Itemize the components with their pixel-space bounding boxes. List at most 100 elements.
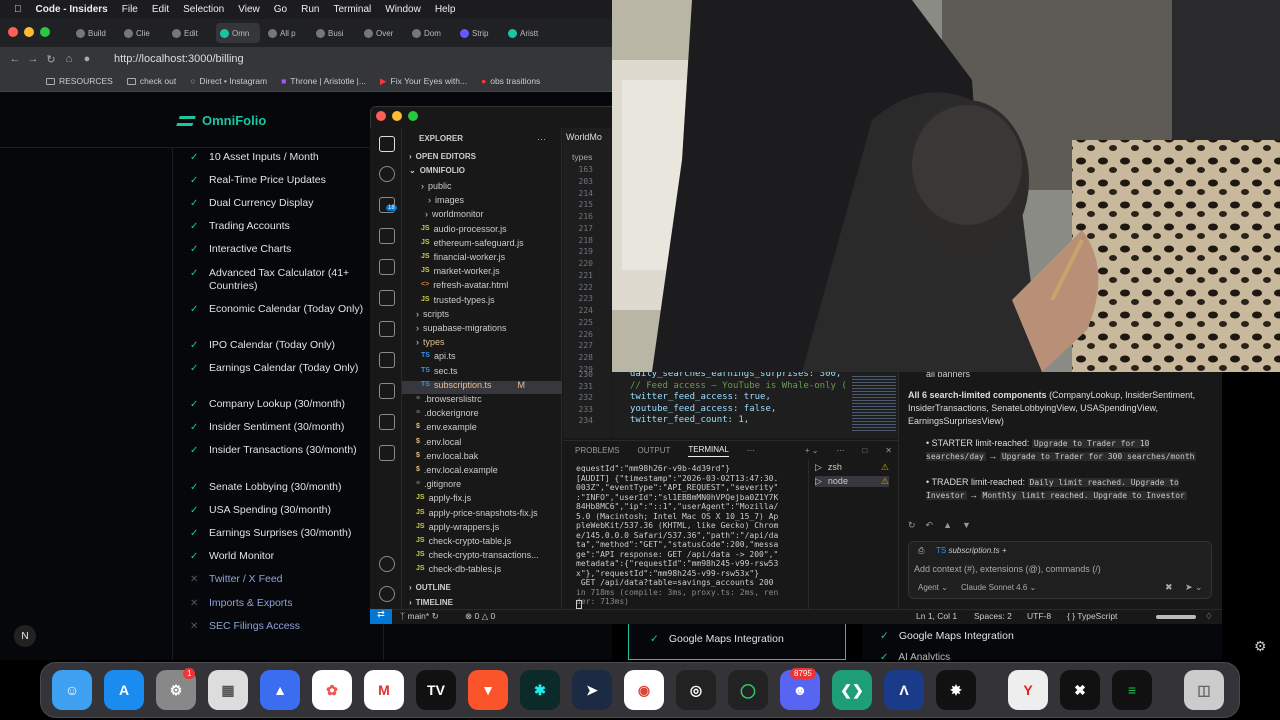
breadcrumb[interactable]: types (572, 152, 592, 162)
search-icon[interactable] (379, 166, 395, 182)
file-item[interactable]: <> refresh-avatar.html (421, 279, 508, 291)
open-editors-section[interactable]: › OPEN EDITORS (409, 151, 476, 163)
tab-problems[interactable]: PROBLEMS (575, 446, 619, 455)
chrome-icon[interactable]: ◉ (624, 670, 664, 710)
remote-explorer-icon[interactable] (379, 259, 395, 275)
photos-icon[interactable]: ✿ (312, 670, 352, 710)
menu-edit[interactable]: Edit (152, 4, 169, 15)
spotify-icon[interactable]: ≡ (1112, 670, 1152, 710)
file-item[interactable]: $ .env.local.bak (416, 450, 478, 462)
menu-help[interactable]: Help (435, 4, 456, 15)
indentation[interactable]: Spaces: 2 (974, 611, 1012, 621)
tab-terminal[interactable]: TERMINAL (688, 445, 729, 457)
browser-tab-active[interactable]: Omn (216, 23, 260, 43)
containers-icon[interactable] (379, 352, 395, 368)
run-debug-icon[interactable] (379, 228, 395, 244)
nextjs-dev-indicator-icon[interactable]: N (14, 625, 36, 647)
file-item[interactable]: JS financial-worker.js (421, 251, 505, 263)
brave-icon[interactable]: ▼ (468, 670, 508, 710)
file-item[interactable]: JS check-db-tables.js (416, 563, 501, 575)
project-section[interactable]: ⌄ OMNIFOLIO (409, 165, 465, 177)
address-bar[interactable]: http://localhost:3000/billing (114, 53, 244, 65)
chatgpt-icon[interactable]: ✸ (936, 670, 976, 710)
undo-icon[interactable]: ↶ (926, 519, 934, 532)
back-icon[interactable]: ← (6, 53, 24, 65)
timeline-section[interactable]: › TIMELINE (409, 597, 453, 609)
perplexity-icon[interactable]: ✱ (520, 670, 560, 710)
thumbs-down-icon[interactable]: ▼ (962, 519, 971, 532)
tradingview-icon[interactable]: TV (416, 670, 456, 710)
browser-tab[interactable]: Edit (168, 23, 212, 43)
browser-tab[interactable]: Dom (408, 23, 452, 43)
terminal-item-node[interactable]: ▷ node ⚠ (815, 476, 889, 487)
chat-input-placeholder[interactable]: Add context (#), extensions (@), command… (914, 564, 1101, 574)
notifications-icon[interactable]: ♢ (1205, 611, 1213, 622)
site-info-icon[interactable]: ● (78, 53, 96, 65)
reload-icon[interactable]: ↻ (42, 53, 60, 66)
close-icon[interactable] (376, 111, 386, 121)
browser-tab[interactable]: All p (264, 23, 308, 43)
telegram-icon[interactable]: ➤ (572, 670, 612, 710)
attach-icon[interactable]: ⎙ (918, 546, 924, 556)
account-icon[interactable] (379, 556, 395, 572)
app-store-icon[interactable]: A (104, 670, 144, 710)
file-item[interactable]: TS subscription.ts M (421, 379, 525, 391)
obs-icon[interactable]: ◎ (676, 670, 716, 710)
browser-tab[interactable]: Aristt (504, 23, 548, 43)
panel-more-icon[interactable]: ⋯ (836, 446, 844, 455)
apple-icon[interactable]:  (14, 4, 22, 15)
outline-section[interactable]: › OUTLINE (409, 582, 451, 594)
menu-run[interactable]: Run (301, 4, 319, 15)
terminal-item-zsh[interactable]: ▷ zsh ⚠ (815, 462, 889, 473)
close-panel-icon[interactable]: ✕ (885, 446, 892, 455)
maximize-icon[interactable] (40, 27, 50, 37)
folder-item[interactable]: › images (428, 194, 464, 206)
folder-item[interactable]: › supabase-migrations (416, 322, 507, 334)
file-item[interactable]: JS check-crypto-transactions... (416, 549, 539, 561)
more-icon[interactable]: ⋯ (747, 446, 755, 455)
brand-logo[interactable]: OmniFolio (176, 113, 266, 128)
folder-item[interactable]: › public (421, 180, 452, 192)
finder-icon[interactable]: ☺ (52, 670, 92, 710)
manage-gear-icon[interactable] (379, 586, 395, 602)
nordvpn-icon[interactable]: ▲ (260, 670, 300, 710)
file-item[interactable]: ≡ .dockerignore (416, 407, 479, 419)
minimize-icon[interactable] (392, 111, 402, 121)
file-item[interactable]: TS sec.ts (421, 365, 457, 377)
testing-icon[interactable] (379, 321, 395, 337)
browser-tab[interactable]: Over (360, 23, 404, 43)
file-item[interactable]: JS check-crypto-table.js (416, 535, 511, 547)
browser-tab[interactable]: Strip (456, 23, 500, 43)
gmail-icon[interactable]: M (364, 670, 404, 710)
context-file-chip[interactable]: TS subscription.ts + (936, 546, 1007, 555)
browser-tab[interactable]: Build (72, 23, 116, 43)
retry-icon[interactable]: ↻ (908, 519, 916, 532)
minimap[interactable] (850, 372, 898, 438)
more-actions-icon[interactable]: ⋯ (537, 133, 546, 145)
encoding[interactable]: UTF-8 (1027, 611, 1051, 621)
folder-item[interactable]: › types (416, 336, 445, 348)
close-icon[interactable] (8, 27, 18, 37)
maximize-icon[interactable] (408, 111, 418, 121)
capcut-icon[interactable]: ✖ (1060, 670, 1100, 710)
new-terminal-icon[interactable]: + ⌄ (805, 446, 819, 455)
bookmark-item[interactable]: ● obs trasitions (481, 76, 540, 86)
file-item[interactable]: JS trusted-types.js (421, 294, 495, 306)
file-item[interactable]: JS ethereum-safeguard.js (421, 237, 524, 249)
folder-item[interactable]: › scripts (416, 308, 449, 320)
forward-icon[interactable]: → (24, 53, 42, 65)
file-item[interactable]: $ .env.local (416, 436, 461, 448)
file-item[interactable]: JS market-worker.js (421, 265, 500, 277)
extensions-icon[interactable] (379, 290, 395, 306)
menu-window[interactable]: Window (385, 4, 421, 15)
mode-picker[interactable]: Agent ⌄ (918, 583, 948, 592)
menu-selection[interactable]: Selection (183, 4, 224, 15)
bookmark-item[interactable]: ▶ Fix Your Eyes with... (380, 76, 467, 87)
launchpad-icon[interactable]: ▦ (208, 670, 248, 710)
menu-go[interactable]: Go (274, 4, 287, 15)
send-icon[interactable]: ➤ ⌄ (1185, 582, 1203, 593)
model-picker[interactable]: Claude Sonnet 4.6 ⌄ (961, 583, 1036, 592)
menu-view[interactable]: View (238, 4, 260, 15)
problems-indicator[interactable]: ⊗ 0 △ 0 (465, 611, 495, 622)
minimize-icon[interactable] (24, 27, 34, 37)
